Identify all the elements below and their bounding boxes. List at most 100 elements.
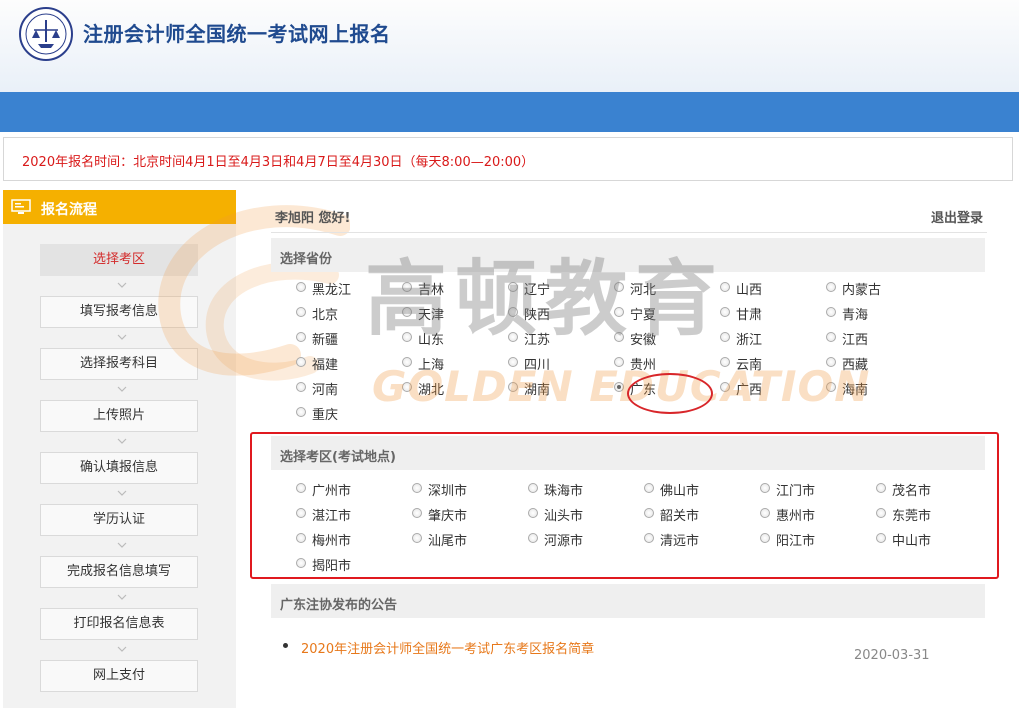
radio-button-icon[interactable]: [720, 357, 730, 367]
radio-button-icon[interactable]: [402, 332, 412, 342]
radio-button-icon[interactable]: [508, 357, 518, 367]
radio-button-icon[interactable]: [644, 533, 654, 543]
radio-option[interactable]: 揭阳市: [296, 554, 406, 574]
radio-button-icon[interactable]: [402, 357, 412, 367]
sidebar-step[interactable]: 完成报名信息填写: [40, 556, 198, 588]
radio-option[interactable]: 甘肃: [720, 303, 830, 323]
radio-option[interactable]: 阳江市: [760, 529, 870, 549]
radio-option[interactable]: 广州市: [296, 479, 406, 499]
sidebar-step[interactable]: 打印报名信息表: [40, 608, 198, 640]
radio-button-icon[interactable]: [644, 483, 654, 493]
sidebar-step[interactable]: 确认填报信息: [40, 452, 198, 484]
radio-option[interactable]: 安徽: [614, 328, 724, 348]
radio-option[interactable]: 海南: [826, 378, 936, 398]
radio-button-icon[interactable]: [826, 307, 836, 317]
radio-option[interactable]: 惠州市: [760, 504, 870, 524]
radio-option[interactable]: 黑龙江: [296, 278, 406, 298]
radio-option[interactable]: 福建: [296, 353, 406, 373]
radio-button-icon[interactable]: [528, 483, 538, 493]
radio-button-icon[interactable]: [412, 508, 422, 518]
radio-option[interactable]: 河北: [614, 278, 724, 298]
radio-button-icon[interactable]: [296, 282, 306, 292]
radio-option[interactable]: 四川: [508, 353, 618, 373]
radio-option[interactable]: 汕头市: [528, 504, 638, 524]
radio-button-icon[interactable]: [826, 357, 836, 367]
radio-option[interactable]: 湖南: [508, 378, 618, 398]
radio-option[interactable]: 江西: [826, 328, 936, 348]
radio-button-icon[interactable]: [402, 382, 412, 392]
sidebar-step[interactable]: 选择考区: [40, 244, 198, 276]
radio-option[interactable]: 茂名市: [876, 479, 986, 499]
radio-button-icon[interactable]: [296, 407, 306, 417]
radio-option[interactable]: 西藏: [826, 353, 936, 373]
sidebar-step[interactable]: 网上支付: [40, 660, 198, 692]
radio-button-icon[interactable]: [720, 307, 730, 317]
radio-option[interactable]: 云南: [720, 353, 830, 373]
radio-option[interactable]: 江苏: [508, 328, 618, 348]
sidebar-step[interactable]: 学历认证: [40, 504, 198, 536]
radio-option[interactable]: 东莞市: [876, 504, 986, 524]
radio-button-icon[interactable]: [614, 307, 624, 317]
radio-option[interactable]: 天津: [402, 303, 512, 323]
radio-button-icon[interactable]: [876, 483, 886, 493]
radio-option[interactable]: 浙江: [720, 328, 830, 348]
radio-option[interactable]: 贵州: [614, 353, 724, 373]
radio-option[interactable]: 中山市: [876, 529, 986, 549]
radio-button-icon[interactable]: [412, 533, 422, 543]
radio-option[interactable]: 梅州市: [296, 529, 406, 549]
radio-button-icon[interactable]: [296, 382, 306, 392]
radio-button-icon[interactable]: [720, 332, 730, 342]
radio-button-icon[interactable]: [760, 533, 770, 543]
radio-option[interactable]: 北京: [296, 303, 406, 323]
radio-button-icon[interactable]: [614, 357, 624, 367]
radio-button-icon[interactable]: [614, 282, 624, 292]
radio-button-icon[interactable]: [296, 307, 306, 317]
radio-option[interactable]: 湖北: [402, 378, 512, 398]
radio-button-icon[interactable]: [508, 307, 518, 317]
radio-option[interactable]: 珠海市: [528, 479, 638, 499]
radio-button-icon[interactable]: [296, 483, 306, 493]
sidebar-step[interactable]: 选择报考科目: [40, 348, 198, 380]
sidebar-step[interactable]: 上传照片: [40, 400, 198, 432]
radio-button-icon[interactable]: [402, 307, 412, 317]
radio-option[interactable]: 湛江市: [296, 504, 406, 524]
radio-button-icon[interactable]: [296, 558, 306, 568]
radio-option[interactable]: 广西: [720, 378, 830, 398]
radio-button-icon[interactable]: [296, 332, 306, 342]
radio-option[interactable]: 河源市: [528, 529, 638, 549]
radio-button-icon[interactable]: [528, 508, 538, 518]
radio-option[interactable]: 辽宁: [508, 278, 618, 298]
radio-option[interactable]: 韶关市: [644, 504, 754, 524]
radio-option[interactable]: 汕尾市: [412, 529, 522, 549]
radio-option[interactable]: 新疆: [296, 328, 406, 348]
radio-option[interactable]: 吉林: [402, 278, 512, 298]
radio-button-icon[interactable]: [412, 483, 422, 493]
radio-button-icon[interactable]: [876, 508, 886, 518]
radio-button-icon[interactable]: [296, 508, 306, 518]
radio-option[interactable]: 河南: [296, 378, 406, 398]
radio-button-icon[interactable]: [760, 508, 770, 518]
radio-button-icon[interactable]: [876, 533, 886, 543]
radio-option[interactable]: 陕西: [508, 303, 618, 323]
radio-button-icon[interactable]: [528, 533, 538, 543]
radio-button-icon[interactable]: [296, 533, 306, 543]
radio-option[interactable]: 广东: [614, 378, 724, 398]
radio-option[interactable]: 山东: [402, 328, 512, 348]
radio-button-icon[interactable]: [614, 382, 624, 392]
radio-button-icon[interactable]: [826, 332, 836, 342]
radio-option[interactable]: 宁夏: [614, 303, 724, 323]
radio-option[interactable]: 肇庆市: [412, 504, 522, 524]
radio-button-icon[interactable]: [644, 508, 654, 518]
radio-option[interactable]: 深圳市: [412, 479, 522, 499]
radio-option[interactable]: 江门市: [760, 479, 870, 499]
radio-button-icon[interactable]: [402, 282, 412, 292]
radio-button-icon[interactable]: [508, 282, 518, 292]
radio-button-icon[interactable]: [720, 282, 730, 292]
radio-button-icon[interactable]: [826, 282, 836, 292]
radio-button-icon[interactable]: [826, 382, 836, 392]
radio-button-icon[interactable]: [720, 382, 730, 392]
radio-option[interactable]: 青海: [826, 303, 936, 323]
sidebar-step[interactable]: 填写报考信息: [40, 296, 198, 328]
radio-button-icon[interactable]: [508, 332, 518, 342]
radio-option[interactable]: 上海: [402, 353, 512, 373]
